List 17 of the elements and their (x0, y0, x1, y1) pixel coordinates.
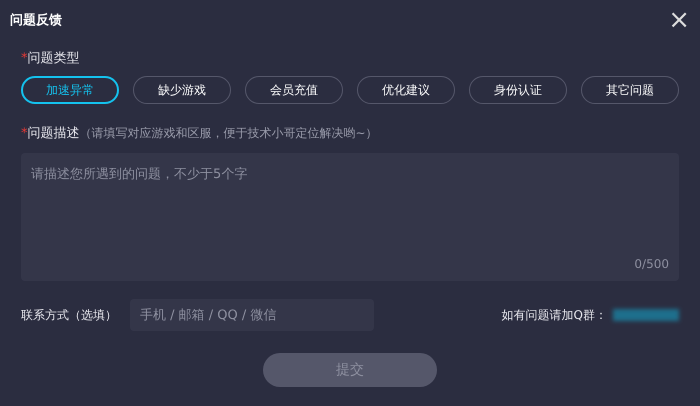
dialog-title: 问题反馈 (10, 12, 62, 29)
character-counter: 0/500 (634, 257, 669, 271)
category-option[interactable]: 加速异常 (21, 76, 119, 104)
category-option[interactable]: 会员充值 (245, 76, 343, 104)
category-option[interactable]: 优化建议 (357, 76, 455, 104)
category-option[interactable]: 身份认证 (469, 76, 567, 104)
category-option[interactable]: 其它问题 (581, 76, 679, 104)
required-mark: * (21, 126, 28, 140)
field-hint: （请填写对应游戏和区服，便于技术小哥定位解决哟~） (80, 124, 378, 142)
close-button[interactable]: × (668, 9, 690, 31)
contact-field[interactable]: 手机 / 邮箱 / QQ / 微信 (130, 299, 374, 331)
required-mark: * (21, 50, 28, 66)
contact-label: 联系方式（选填） (21, 306, 118, 324)
field-label: 问题类型 (28, 50, 80, 67)
qq-group-text: 如有问题请加Q群： (502, 306, 607, 324)
category-option[interactable]: 缺少游戏 (133, 76, 231, 104)
field-label: 问题描述 (28, 125, 80, 142)
